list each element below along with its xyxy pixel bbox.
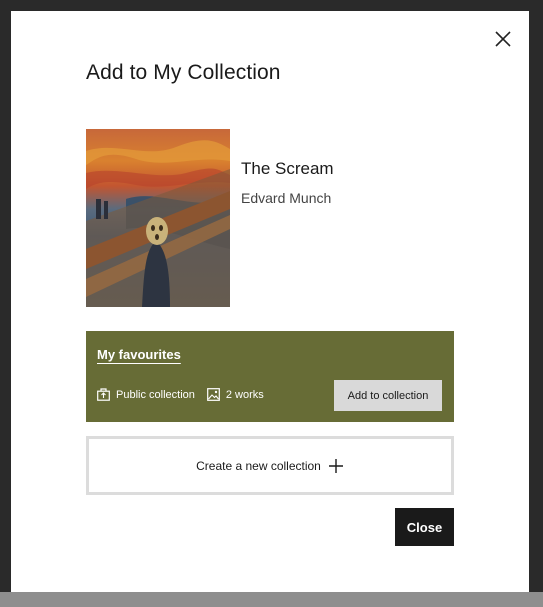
modal-title: Add to My Collection bbox=[86, 61, 281, 84]
add-to-collection-button[interactable]: Add to collection bbox=[334, 380, 442, 411]
add-to-collection-modal: Add to My Collection The Scream Edvard M… bbox=[11, 11, 529, 592]
artwork-title: The Scream bbox=[241, 159, 334, 178]
works-count: 2 works bbox=[225, 388, 264, 401]
create-collection-label: Create a new collection bbox=[196, 458, 321, 473]
create-collection-button[interactable]: Create a new collection bbox=[86, 436, 454, 495]
public-collection-icon bbox=[97, 388, 110, 401]
visibility-label: Public collection bbox=[116, 388, 195, 401]
artwork-artist: Edvard Munch bbox=[241, 190, 332, 206]
page-bottom-bar bbox=[0, 592, 543, 607]
image-icon bbox=[206, 388, 220, 401]
close-icon[interactable] bbox=[494, 30, 512, 48]
collection-card: My favourites Public collection 2 works bbox=[86, 331, 454, 422]
artwork-thumbnail bbox=[86, 129, 230, 307]
plus-icon bbox=[328, 458, 344, 474]
collection-name-link[interactable]: My favourites bbox=[97, 347, 181, 362]
collection-meta: Public collection 2 works bbox=[97, 388, 264, 401]
close-button[interactable]: Close bbox=[395, 508, 454, 546]
